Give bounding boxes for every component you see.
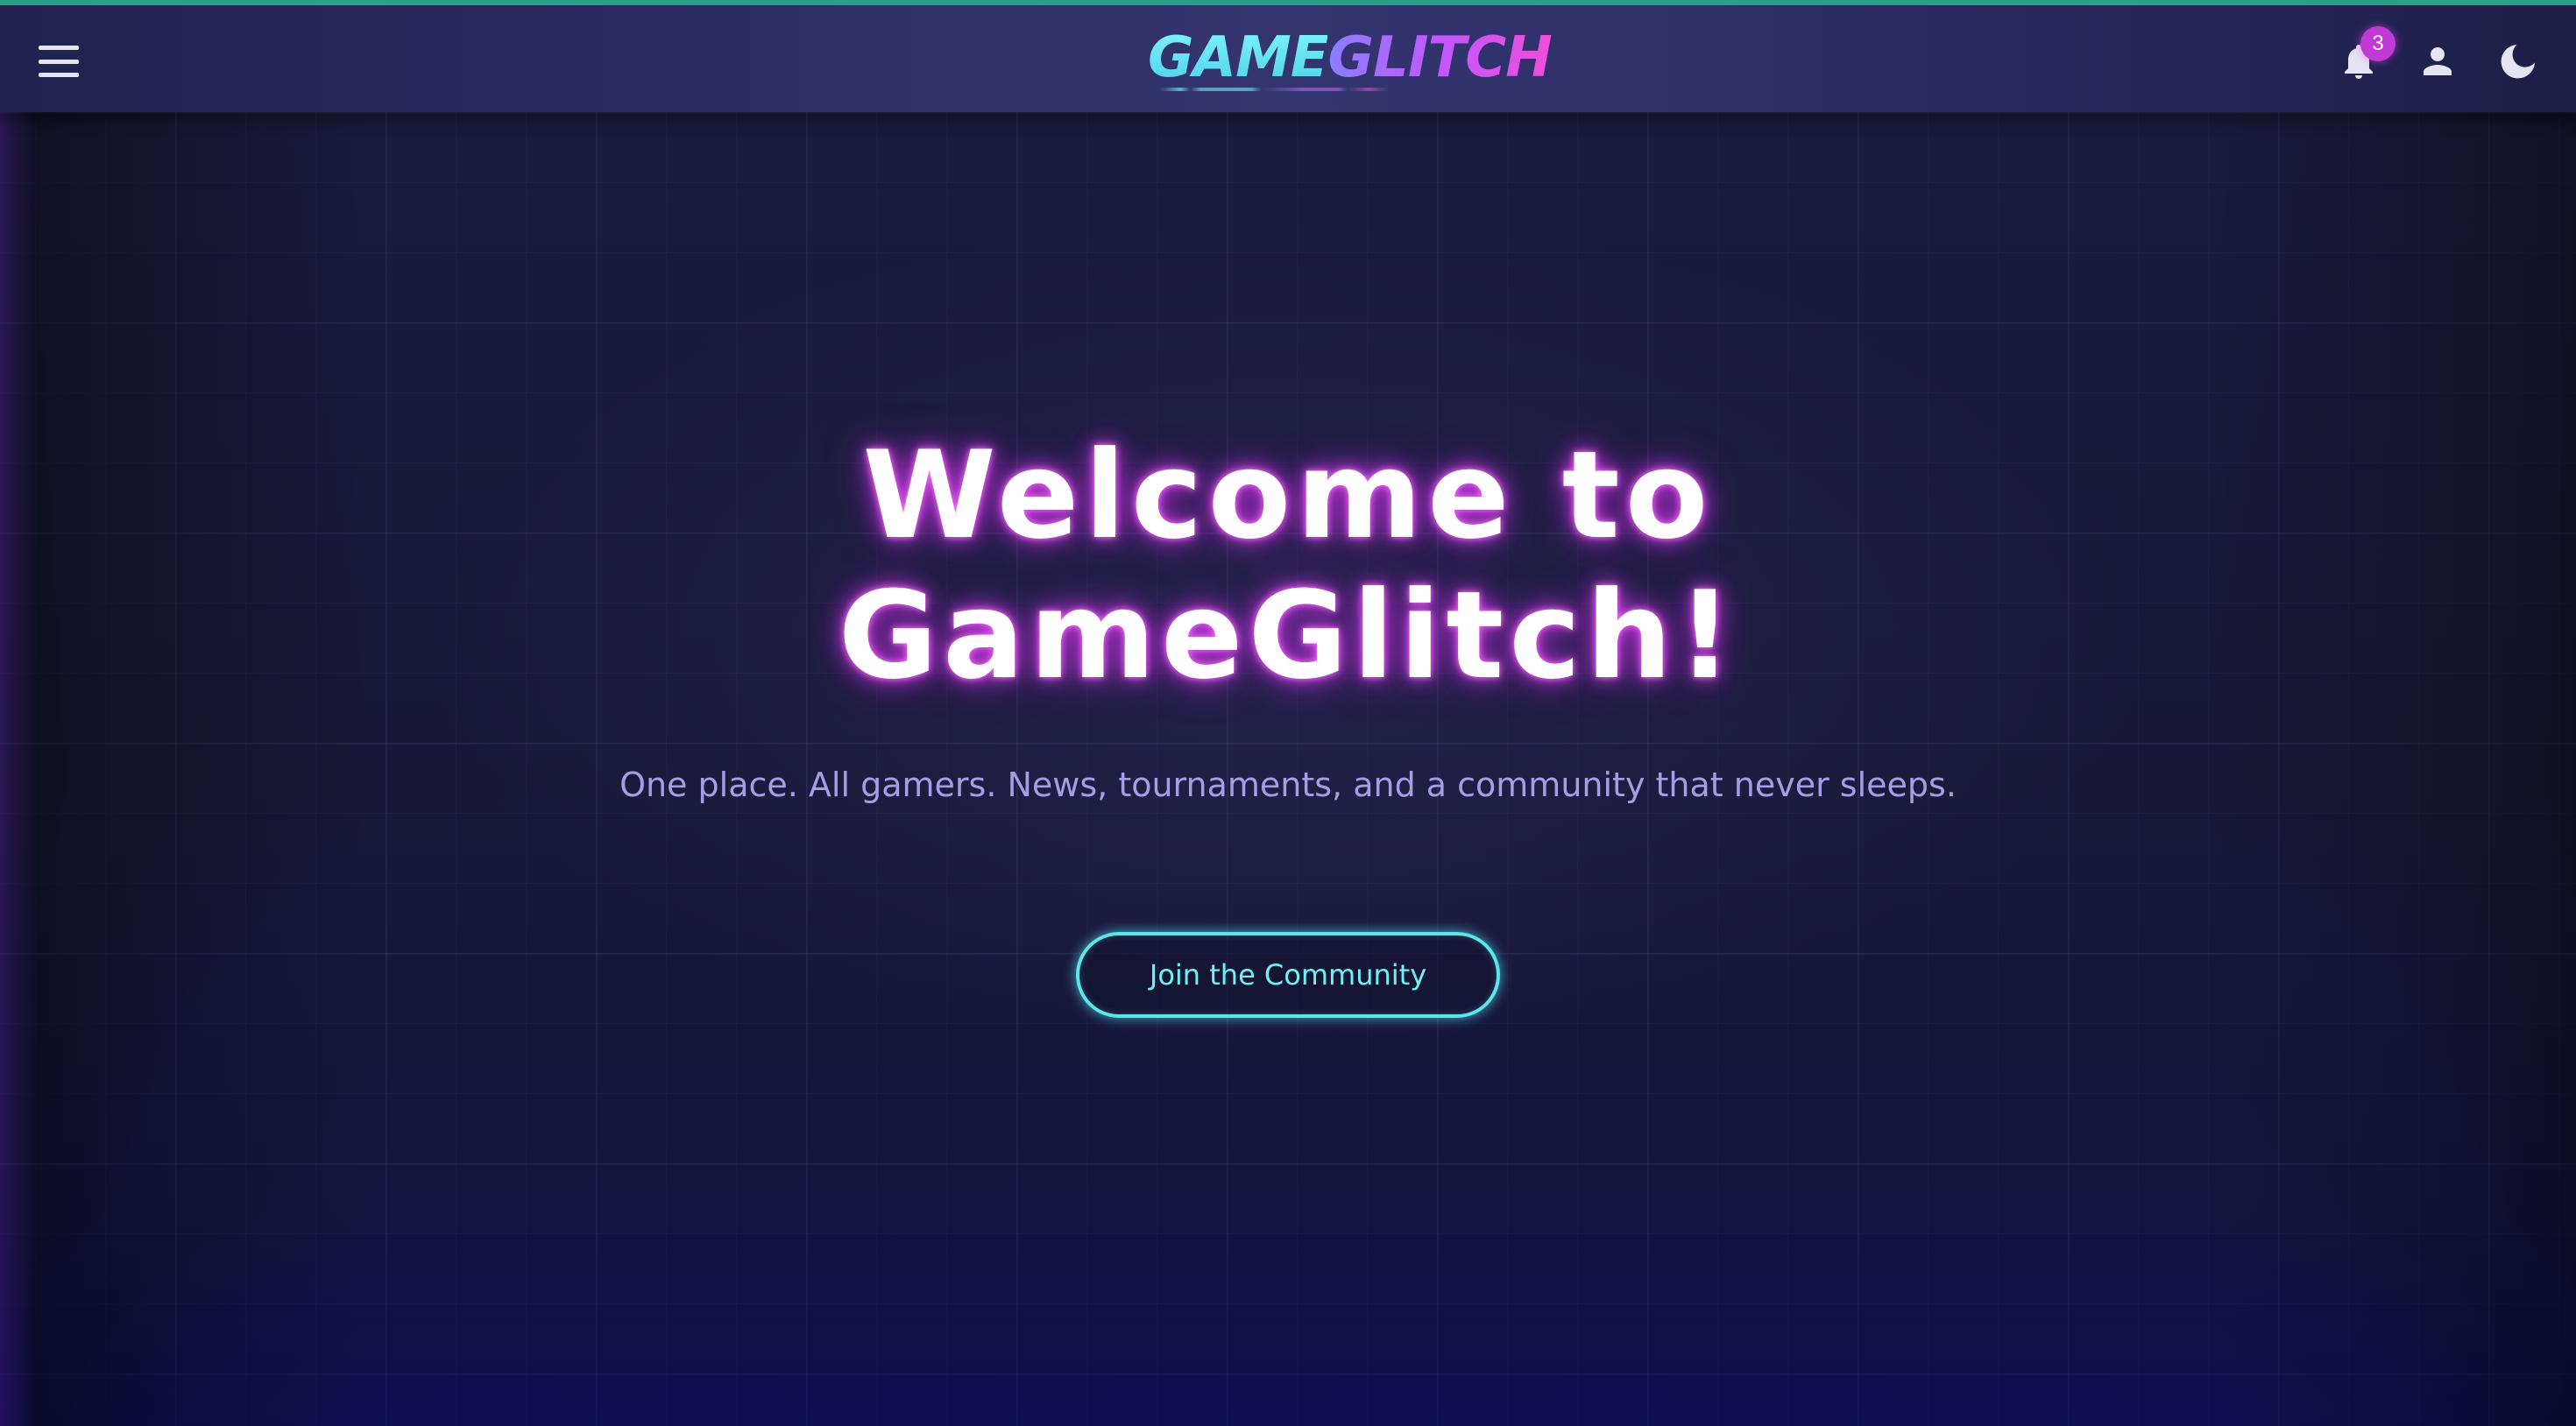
hero-title-line-1: Welcome to bbox=[862, 425, 1714, 566]
moon-icon bbox=[2501, 45, 2535, 79]
hero-title-line-2: GameGlitch! bbox=[838, 565, 1738, 706]
hero-subtitle: One place. All gamers. News, tournaments… bbox=[619, 766, 1957, 804]
logo-wordmark: GAMEGLITCH bbox=[1148, 25, 1553, 90]
join-community-button[interactable]: Join the Community bbox=[1076, 932, 1500, 1018]
site-logo[interactable]: GAMEGLITCH bbox=[1148, 25, 1553, 96]
theme-toggle-button[interactable] bbox=[2495, 40, 2537, 82]
notification-count-badge: 3 bbox=[2360, 26, 2396, 61]
hamburger-icon-bar bbox=[39, 46, 79, 50]
user-icon bbox=[2424, 47, 2452, 75]
logo-part-game: GAME bbox=[1148, 25, 1328, 90]
top-navbar: GAMEGLITCH 3 bbox=[0, 0, 2576, 112]
page: GAMEGLITCH 3 Welcome to GameGlitch! One … bbox=[0, 0, 2576, 1426]
logo-glitch-underline bbox=[1160, 88, 1414, 91]
profile-button[interactable] bbox=[2417, 40, 2459, 82]
hamburger-menu-button[interactable] bbox=[39, 46, 79, 77]
hero-title: Welcome to GameGlitch! bbox=[0, 426, 2576, 706]
hamburger-icon-bar bbox=[39, 59, 79, 64]
logo-part-glitch: GLITCH bbox=[1327, 25, 1552, 90]
hamburger-icon-bar bbox=[39, 73, 79, 77]
